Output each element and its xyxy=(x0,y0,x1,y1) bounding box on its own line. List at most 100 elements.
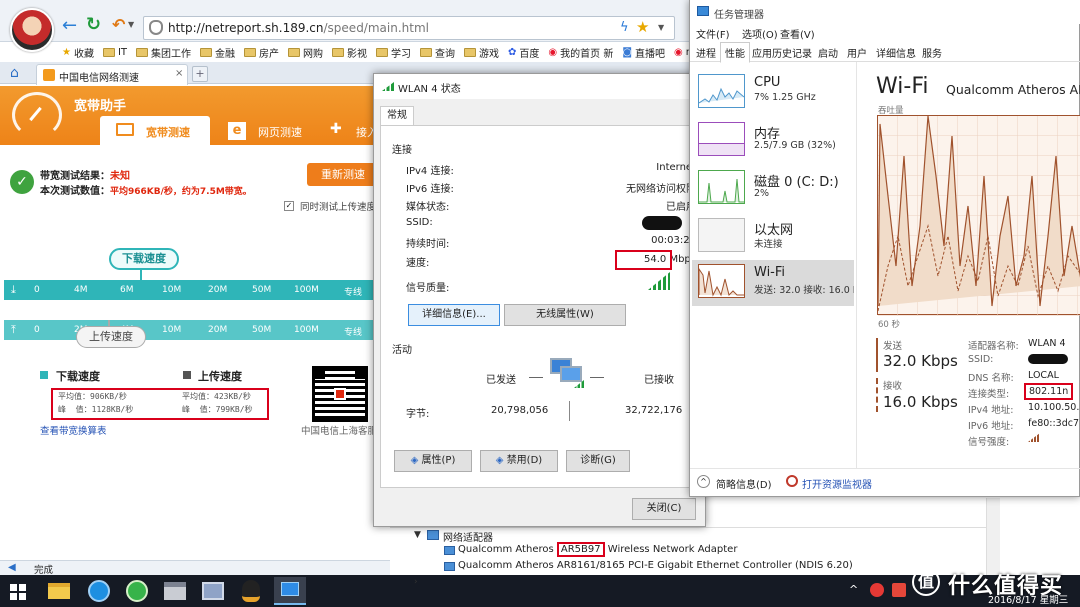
bookmark-favorites[interactable]: ★ 收藏 xyxy=(62,45,94,60)
close-button[interactable]: 关闭(C) xyxy=(632,498,696,520)
bookmark-item[interactable]: IT xyxy=(102,47,127,58)
bookmark-item[interactable]: 金融 xyxy=(200,45,235,60)
menu-options[interactable]: 选项(O) xyxy=(742,26,778,41)
monitor-icon xyxy=(116,123,134,136)
scale-tick: 10M xyxy=(162,285,182,295)
360-browser-icon[interactable] xyxy=(126,580,148,602)
tray-network-icon[interactable] xyxy=(892,583,906,597)
user-avatar[interactable] xyxy=(10,8,54,52)
sidebar-item-disk[interactable]: 磁盘 0 (C: D:) 2% xyxy=(692,166,854,212)
bookmark-label: 游戏 xyxy=(479,48,500,60)
download-title: 下载速度 xyxy=(56,370,100,383)
menu-view[interactable]: 查看(V) xyxy=(780,26,815,41)
bookmark-label: 收藏 xyxy=(73,48,94,60)
bookmark-item[interactable]: 影视 xyxy=(332,45,367,60)
network-tool-icon[interactable] xyxy=(202,582,224,600)
sidebar-item-wifi[interactable]: Wi-Fi 发送: 32.0 接收: 16.0 K xyxy=(692,260,854,306)
tab-users[interactable]: 用户 xyxy=(847,45,867,60)
tab-performance[interactable]: 性能 xyxy=(720,42,750,63)
new-tab-button[interactable]: + xyxy=(192,66,208,82)
tray-app-icon[interactable] xyxy=(870,583,884,597)
task-manager-window: 任务管理器 文件(F) 选项(O) 查看(V) 进程 性能 应用历史记录 启动 … xyxy=(689,0,1080,497)
folder-icon xyxy=(420,47,433,57)
undo-dropdown-icon[interactable]: ▼ xyxy=(128,20,134,29)
bandwidth-table-link[interactable]: 查看带宽换算表 xyxy=(40,423,107,437)
disable-button[interactable]: ◈ 禁用(D) xyxy=(480,450,558,472)
wireless-properties-button[interactable]: 无线属性(W) xyxy=(504,304,626,326)
star-icon[interactable]: ★ xyxy=(636,18,649,36)
sogou-browser-icon[interactable] xyxy=(88,580,110,602)
ethernet-thumbnail xyxy=(698,218,745,252)
monitor-icon xyxy=(281,582,299,596)
menu-file[interactable]: 文件(F) xyxy=(696,26,730,41)
address-bar[interactable]: http://netreport.sh.189.cn/speed/main.ht… xyxy=(143,16,675,40)
tab-services[interactable]: 服务 xyxy=(922,45,942,60)
file-explorer-icon[interactable] xyxy=(48,583,70,599)
fewer-details-link[interactable]: 简略信息(D) xyxy=(716,476,772,491)
device-adapter-ethernet[interactable]: Qualcomm Atheros AR8161/8165 PCI-E Gigab… xyxy=(458,560,853,571)
detail-value: 10.100.50.5 xyxy=(1028,402,1080,413)
wifi-thumbnail xyxy=(698,264,745,298)
sidebar-item-ethernet[interactable]: 以太网 未连接 xyxy=(692,214,854,260)
diagnose-button[interactable]: 诊断(G) xyxy=(566,450,630,472)
bookmark-item[interactable]: 网购 xyxy=(288,45,323,60)
tray-overflow-icon[interactable]: ^ xyxy=(849,583,858,596)
sidebar-divider xyxy=(856,62,857,468)
address-dropdown-icon[interactable]: ▼ xyxy=(658,23,664,32)
weibo-icon: ◉ xyxy=(548,46,558,58)
current-value: 平均966KB/秒，约为7.5M带宽。 xyxy=(110,187,252,197)
bookmark-item[interactable]: 房产 xyxy=(244,45,279,60)
download-legend-icon xyxy=(40,371,48,379)
printer-icon[interactable] xyxy=(164,582,186,600)
details-button[interactable]: 详细信息(E)... xyxy=(408,304,500,326)
properties-button[interactable]: ◈ 属性(P) xyxy=(394,450,472,472)
folder-icon xyxy=(244,47,257,57)
side-title: Wi-Fi xyxy=(754,265,786,280)
speed-tab-broadband[interactable]: 宽带测速 xyxy=(100,116,210,146)
tab-close-icon[interactable]: × xyxy=(175,68,183,79)
bookmark-item[interactable]: 查询 xyxy=(420,45,455,60)
bookmark-item[interactable]: 学习 xyxy=(376,45,411,60)
expand-arrow-icon[interactable]: ▼ xyxy=(414,530,421,540)
collapse-chevron-icon[interactable]: ^ xyxy=(697,475,710,488)
active-window-icon[interactable] xyxy=(274,577,306,605)
url-host: http://netreport.sh.189.cn xyxy=(168,21,324,35)
tab-startup[interactable]: 启动 xyxy=(818,45,838,60)
tab-details[interactable]: 详细信息 xyxy=(876,45,916,60)
retest-button[interactable]: 重新测速 xyxy=(307,163,379,186)
scrollbar[interactable] xyxy=(986,498,1000,575)
speed-tab-web[interactable]: e 网页测速 xyxy=(222,118,332,144)
sidebar-item-cpu[interactable]: CPU 7% 1.25 GHz xyxy=(692,70,854,116)
page-favicon xyxy=(43,69,55,81)
tab-app-history[interactable]: 应用历史记录 xyxy=(752,45,812,60)
device-adapter-wireless[interactable]: Qualcomm Atheros AR5B97 Wireless Network… xyxy=(458,542,737,557)
upload-test-checkbox[interactable]: ✓ xyxy=(284,201,294,211)
bookmark-baidu[interactable]: ✿ 百度 xyxy=(508,45,539,60)
sidebar-item-memory[interactable]: 内存 2.5/7.9 GB (32%) xyxy=(692,118,854,164)
home-icon[interactable]: ⌂ xyxy=(10,65,19,81)
tm-titlebar: 任务管理器 xyxy=(690,0,1080,24)
bookmark-label: 金融 xyxy=(215,48,236,60)
taskbar-date[interactable]: 2016/8/17 星期三 xyxy=(988,592,1068,606)
tab-processes[interactable]: 进程 xyxy=(696,45,716,60)
collapse-arrow-icon[interactable]: ◀ xyxy=(8,562,16,573)
download-scale: ⤓ 0 4M 6M 10M 20M 50M 100M 专线 xyxy=(4,280,376,300)
undo-icon[interactable]: ↶ xyxy=(112,16,125,34)
start-windows-icon[interactable] xyxy=(10,584,26,600)
expand-arrow-icon[interactable]: › xyxy=(414,577,418,587)
bookmark-weibo[interactable]: ◉ 我的首页 新 xyxy=(548,45,613,60)
bookmark-item[interactable]: 集团工作 xyxy=(136,45,191,60)
qq-icon[interactable] xyxy=(242,580,260,602)
refresh-icon[interactable]: ↻ xyxy=(86,15,101,35)
resource-monitor-link[interactable]: 打开资源监视器 xyxy=(802,476,872,491)
back-icon[interactable]: ← xyxy=(62,17,77,35)
bookmark-item[interactable]: 游戏 xyxy=(464,45,499,60)
signal-label: 信号质量: xyxy=(406,283,450,294)
browser-tab-active[interactable]: 中国电信网络测速 × xyxy=(36,64,188,85)
detail-key: DNS 名称: xyxy=(968,373,1014,384)
lightning-icon[interactable]: ϟ xyxy=(620,20,629,35)
tab-general[interactable]: 常规 xyxy=(380,106,414,126)
signal-strength-icon xyxy=(1028,433,1040,442)
device-category[interactable]: 网络适配器 xyxy=(443,529,493,544)
bookmark-zhibo[interactable]: ◙ 直播吧 xyxy=(622,45,665,60)
